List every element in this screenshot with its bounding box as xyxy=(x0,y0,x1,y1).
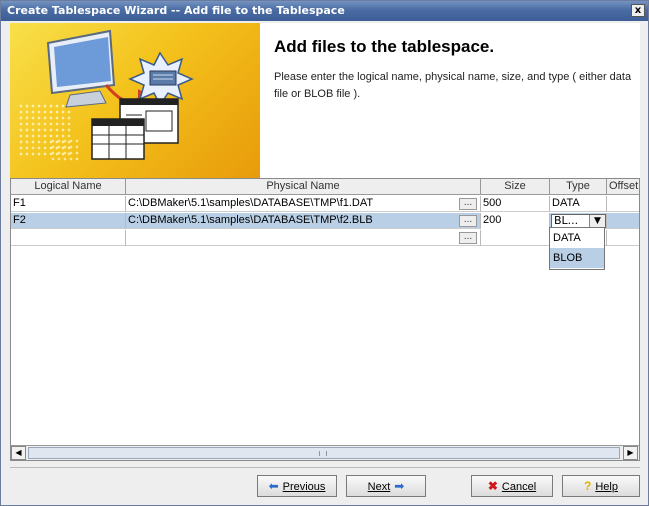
offset-cell[interactable] xyxy=(607,213,639,229)
type-combobox-value: BL... xyxy=(554,214,579,227)
logical-name-cell[interactable] xyxy=(11,230,126,246)
database-illustration-icon xyxy=(46,29,194,160)
table-row[interactable]: ... xyxy=(11,230,639,246)
offset-cell[interactable] xyxy=(607,230,639,246)
dropdown-option-data[interactable]: DATA xyxy=(550,228,604,248)
grip-icon xyxy=(319,451,327,456)
scroll-left-icon[interactable]: ◀ xyxy=(11,446,26,460)
table-row[interactable]: F1 C:\DBMaker\5.1\samples\DATABASE\TMP\f… xyxy=(11,196,639,212)
next-label: Next xyxy=(367,481,391,493)
size-cell[interactable]: 500 xyxy=(481,196,550,212)
column-header-physical-name[interactable]: Physical Name xyxy=(126,179,481,195)
column-header-offset[interactable]: Offset xyxy=(607,179,639,195)
offset-cell[interactable] xyxy=(607,196,639,212)
help-button[interactable]: ? Help xyxy=(562,475,640,497)
dropdown-option-blob[interactable]: BLOB xyxy=(550,248,604,268)
scroll-right-icon[interactable]: ▶ xyxy=(623,446,638,460)
table-row[interactable]: F2 C:\DBMaker\5.1\samples\DATABASE\TMP\f… xyxy=(11,213,639,229)
size-cell[interactable] xyxy=(481,230,550,246)
column-header-size[interactable]: Size xyxy=(481,179,550,195)
window-title: Create Tablespace Wizard -- Add file to … xyxy=(7,4,345,17)
previous-label: Previous xyxy=(282,481,326,493)
type-combobox[interactable]: BL... ▼ xyxy=(551,214,606,228)
wizard-window: Create Tablespace Wizard -- Add file to … xyxy=(0,0,649,506)
type-dropdown-list: DATA BLOB xyxy=(549,227,605,270)
table-header: Logical Name Physical Name Size Type Off… xyxy=(11,179,639,195)
type-cell[interactable]: DATA xyxy=(550,196,607,212)
help-label: Help xyxy=(595,481,618,493)
browse-button[interactable]: ... xyxy=(459,198,477,210)
logical-name-cell[interactable]: F1 xyxy=(11,196,126,212)
close-icon: ✖ xyxy=(487,479,498,493)
previous-button[interactable]: ⬅ Previous xyxy=(257,475,337,497)
footer-divider xyxy=(10,467,640,468)
banner-image xyxy=(10,23,260,178)
files-table: Logical Name Physical Name Size Type Off… xyxy=(10,178,640,461)
physical-name-cell[interactable] xyxy=(126,230,481,246)
size-cell[interactable]: 200 xyxy=(481,213,550,229)
next-button[interactable]: Next ➡ xyxy=(346,475,426,497)
cancel-button[interactable]: ✖ Cancel xyxy=(471,475,553,497)
physical-name-cell[interactable]: C:\DBMaker\5.1\samples\DATABASE\TMP\f2.B… xyxy=(126,213,481,229)
wizard-header: Add files to the tablespace. Please ente… xyxy=(10,23,640,178)
arrow-left-icon: ⬅ xyxy=(268,479,279,493)
physical-name-cell[interactable]: C:\DBMaker\5.1\samples\DATABASE\TMP\f1.D… xyxy=(126,196,481,212)
logical-name-cell[interactable]: F2 xyxy=(11,213,126,229)
chevron-down-icon[interactable]: ▼ xyxy=(589,215,605,227)
scrollbar-thumb[interactable] xyxy=(28,447,620,459)
horizontal-scrollbar[interactable]: ◀ ▶ xyxy=(11,445,639,460)
page-description: Please enter the logical name, physical … xyxy=(274,71,632,100)
arrow-right-icon: ➡ xyxy=(394,479,405,493)
title-bar: Create Tablespace Wizard -- Add file to … xyxy=(1,1,648,21)
column-header-logical-name[interactable]: Logical Name xyxy=(11,179,126,195)
close-button[interactable]: x xyxy=(631,4,645,17)
browse-button[interactable]: ... xyxy=(459,232,477,244)
cancel-label: Cancel xyxy=(501,481,537,493)
help-icon: ? xyxy=(584,479,592,493)
page-heading: Add files to the tablespace. xyxy=(274,37,495,56)
browse-button[interactable]: ... xyxy=(459,215,477,227)
column-header-type[interactable]: Type xyxy=(550,179,607,195)
